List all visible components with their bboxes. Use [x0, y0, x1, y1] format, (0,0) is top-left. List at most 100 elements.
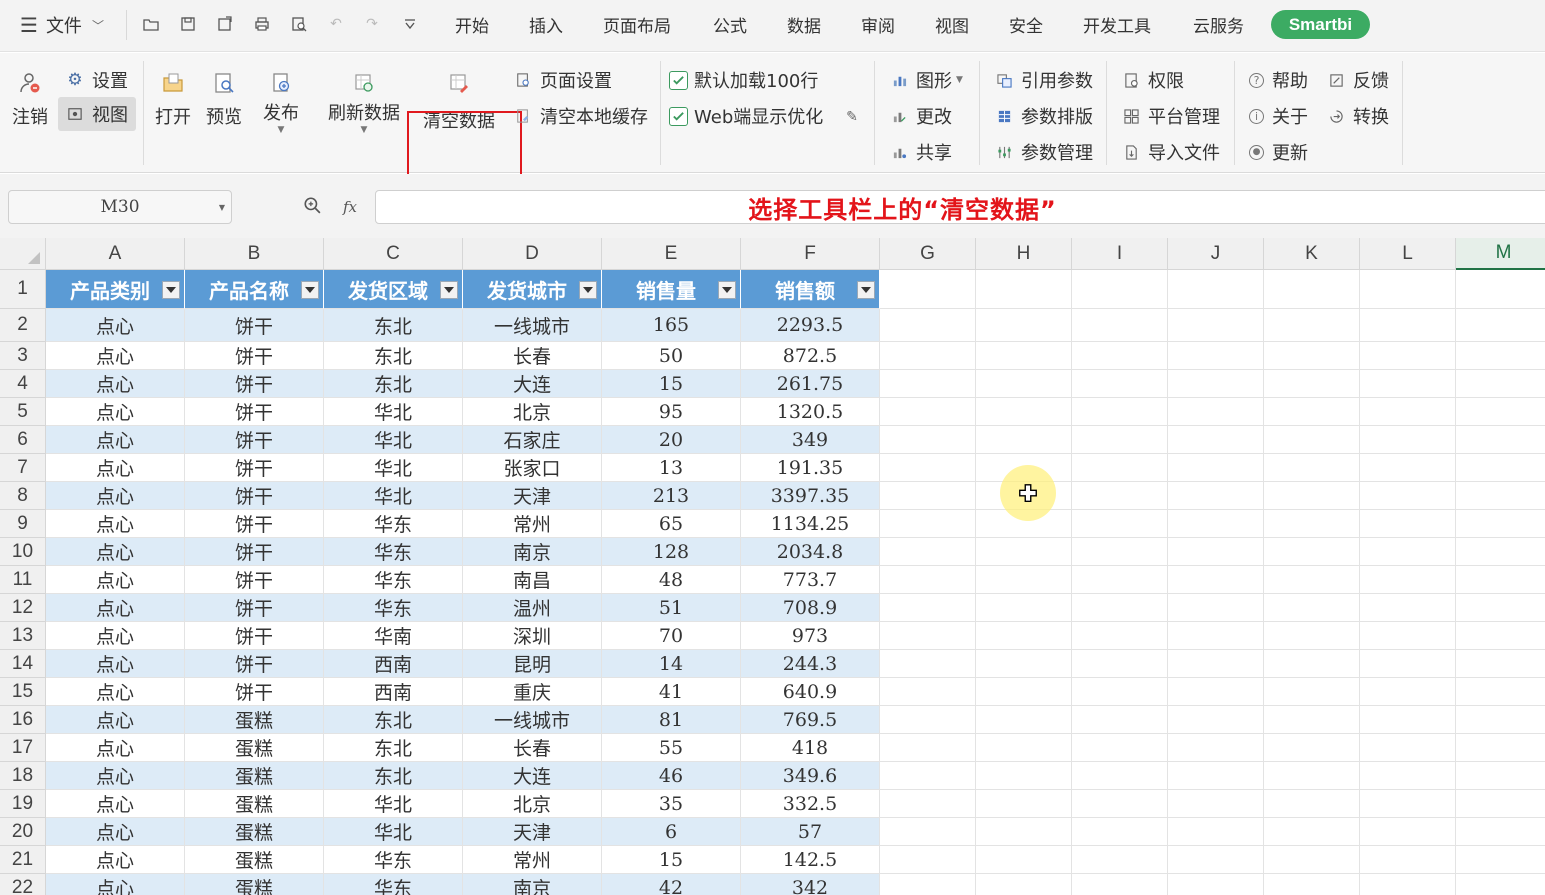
file-menu[interactable]: ☰ 文件 ﹀: [20, 12, 104, 38]
table-cell[interactable]: 55: [602, 734, 741, 762]
table-cell[interactable]: 2034.8: [741, 538, 880, 566]
table-cell[interactable]: 华北: [324, 426, 463, 454]
table-cell[interactable]: 饼干: [185, 510, 324, 538]
column-header-i[interactable]: I: [1072, 238, 1168, 270]
tab-formula[interactable]: 公式: [713, 12, 747, 37]
publish-button[interactable]: 发布 ▼: [263, 69, 299, 135]
table-cell[interactable]: 东北: [324, 734, 463, 762]
tab-view[interactable]: 视图: [935, 12, 969, 37]
table-cell[interactable]: 1320.5: [741, 398, 880, 426]
row-header[interactable]: 17: [0, 734, 46, 762]
table-cell[interactable]: 418: [741, 734, 880, 762]
table-cell[interactable]: 261.75: [741, 370, 880, 398]
edit-pencil-icon[interactable]: ✎: [842, 107, 862, 127]
table-cell[interactable]: 饼干: [185, 398, 324, 426]
table-cell[interactable]: 点心: [46, 622, 185, 650]
table-cell[interactable]: 常州: [463, 510, 602, 538]
table-cell[interactable]: 点心: [46, 426, 185, 454]
row-header[interactable]: 1: [0, 270, 46, 309]
preview-button[interactable]: 预览: [206, 69, 242, 129]
name-box-dropdown-icon[interactable]: ▼: [219, 203, 225, 212]
table-cell[interactable]: 饼干: [185, 594, 324, 622]
row-header[interactable]: 14: [0, 650, 46, 678]
table-cell[interactable]: 东北: [324, 370, 463, 398]
table-cell[interactable]: 640.9: [741, 678, 880, 706]
table-cell[interactable]: 常州: [463, 846, 602, 874]
table-cell[interactable]: 点心: [46, 790, 185, 818]
refresh-dropdown-icon[interactable]: ▼: [361, 125, 368, 135]
table-header-cell[interactable]: 销售量: [602, 270, 741, 309]
table-cell[interactable]: 北京: [463, 398, 602, 426]
table-cell[interactable]: 饼干: [185, 454, 324, 482]
table-cell[interactable]: 饼干: [185, 482, 324, 510]
row-header[interactable]: 20: [0, 818, 46, 846]
table-cell[interactable]: 昆明: [463, 650, 602, 678]
table-cell[interactable]: 蛋糕: [185, 734, 324, 762]
table-cell[interactable]: 华北: [324, 482, 463, 510]
table-cell[interactable]: 华北: [324, 454, 463, 482]
table-cell[interactable]: 708.9: [741, 594, 880, 622]
page-setup-button[interactable]: 页面设置: [514, 67, 612, 93]
column-header-f[interactable]: F: [741, 238, 880, 270]
table-cell[interactable]: 饼干: [185, 566, 324, 594]
table-cell[interactable]: 点心: [46, 846, 185, 874]
table-cell[interactable]: 点心: [46, 678, 185, 706]
default-load-100-checkbox[interactable]: 默认加载100行: [669, 67, 818, 93]
filter-dropdown-icon[interactable]: [440, 281, 458, 299]
table-cell[interactable]: 大连: [463, 370, 602, 398]
table-cell[interactable]: 南昌: [463, 566, 602, 594]
table-cell[interactable]: 973: [741, 622, 880, 650]
row-header[interactable]: 19: [0, 790, 46, 818]
table-cell[interactable]: 872.5: [741, 342, 880, 370]
table-cell[interactable]: 重庆: [463, 678, 602, 706]
row-header[interactable]: 4: [0, 370, 46, 398]
table-header-cell[interactable]: 销售额: [741, 270, 880, 309]
table-cell[interactable]: 饼干: [185, 622, 324, 650]
table-cell[interactable]: 华东: [324, 538, 463, 566]
table-cell[interactable]: 41: [602, 678, 741, 706]
column-header-k[interactable]: K: [1264, 238, 1360, 270]
table-cell[interactable]: 128: [602, 538, 741, 566]
table-cell[interactable]: 点心: [46, 762, 185, 790]
name-box[interactable]: M30 ▼: [8, 190, 232, 224]
table-header-cell[interactable]: 产品名称: [185, 270, 324, 309]
table-cell[interactable]: 点心: [46, 370, 185, 398]
filter-dropdown-icon[interactable]: [301, 281, 319, 299]
table-cell[interactable]: 华北: [324, 818, 463, 846]
platform-manage-button[interactable]: 平台管理: [1122, 103, 1220, 129]
table-cell[interactable]: 3397.35: [741, 482, 880, 510]
row-header[interactable]: 18: [0, 762, 46, 790]
column-header-g[interactable]: G: [880, 238, 976, 270]
undo-icon[interactable]: ↶: [326, 14, 346, 34]
tab-page-layout[interactable]: 页面布局: [603, 12, 671, 37]
table-cell[interactable]: 14: [602, 650, 741, 678]
print-preview-icon[interactable]: [289, 14, 309, 34]
table-cell[interactable]: 华东: [324, 566, 463, 594]
table-cell[interactable]: 点心: [46, 398, 185, 426]
chart-dropdown-icon[interactable]: ▼: [956, 75, 963, 85]
filter-dropdown-icon[interactable]: [718, 281, 736, 299]
table-cell[interactable]: 华南: [324, 622, 463, 650]
table-cell[interactable]: 点心: [46, 538, 185, 566]
table-cell[interactable]: 深圳: [463, 622, 602, 650]
change-button[interactable]: 更改: [890, 103, 952, 129]
table-cell[interactable]: 蛋糕: [185, 762, 324, 790]
row-header[interactable]: 10: [0, 538, 46, 566]
row-header[interactable]: 8: [0, 482, 46, 510]
param-layout-button[interactable]: 参数排版: [995, 103, 1093, 129]
table-cell[interactable]: 天津: [463, 818, 602, 846]
table-cell[interactable]: 332.5: [741, 790, 880, 818]
row-header[interactable]: 9: [0, 510, 46, 538]
table-cell[interactable]: 南京: [463, 538, 602, 566]
table-cell[interactable]: 95: [602, 398, 741, 426]
table-cell[interactable]: 65: [602, 510, 741, 538]
row-header[interactable]: 7: [0, 454, 46, 482]
refresh-data-button[interactable]: 刷新数据 ▼: [328, 69, 400, 135]
table-cell[interactable]: 点心: [46, 706, 185, 734]
clear-local-cache-button[interactable]: 清空本地缓存: [514, 103, 648, 129]
table-cell[interactable]: 50: [602, 342, 741, 370]
folder-icon[interactable]: [141, 14, 161, 34]
table-cell[interactable]: 东北: [324, 309, 463, 342]
table-cell[interactable]: 天津: [463, 482, 602, 510]
save-icon[interactable]: [178, 14, 198, 34]
